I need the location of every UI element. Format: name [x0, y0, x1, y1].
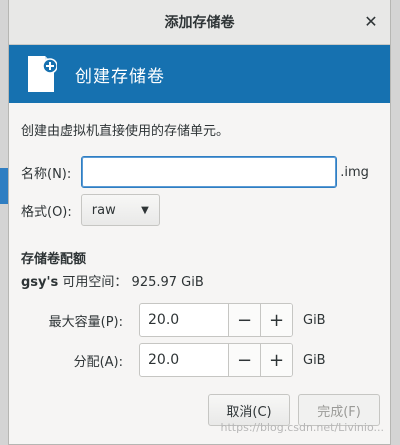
dialog-description: 创建由虚拟机直接使用的存储单元。: [21, 124, 230, 139]
format-select[interactable]: raw ▼: [80, 194, 160, 226]
name-suffix: .img: [340, 164, 369, 180]
max-capacity-label: 最大容量(P):: [48, 314, 123, 330]
max-capacity-value[interactable]: 20.0: [140, 304, 228, 336]
available-value: 925.97 GiB: [131, 275, 204, 290]
titlebar: 添加存储卷 ✕: [9, 0, 390, 45]
allocation-row: 分配(A): 20.0 − + GiB: [21, 343, 378, 377]
available-space: gsy's 可用空间： 925.97 GiB: [21, 271, 378, 290]
close-icon[interactable]: ✕: [362, 13, 380, 31]
name-row: 名称(N): .img: [21, 156, 378, 188]
allocation-label: 分配(A):: [73, 354, 123, 370]
format-value: raw: [91, 202, 116, 218]
max-capacity-unit: GiB: [303, 312, 326, 328]
chevron-down-icon: ▼: [141, 204, 149, 216]
plus-icon[interactable]: +: [260, 344, 292, 376]
finish-button[interactable]: 完成(F): [298, 394, 380, 426]
allocation-stepper[interactable]: 20.0 − +: [139, 343, 293, 377]
dialog-title: 添加存储卷: [164, 15, 235, 31]
available-label: 可用空间：: [62, 275, 128, 290]
max-capacity-row: 最大容量(P): 20.0 − + GiB: [21, 303, 378, 337]
parent-window-edge-right: [390, 0, 400, 445]
new-file-icon: [28, 56, 57, 92]
cancel-button[interactable]: 取消(C): [208, 394, 290, 426]
format-label: 格式(O):: [21, 204, 72, 220]
allocation-value[interactable]: 20.0: [140, 344, 228, 376]
dialog-footer: 取消(C) 完成(F): [200, 394, 380, 426]
max-capacity-stepper[interactable]: 20.0 − +: [139, 303, 293, 337]
quota-section-title: 存储卷配额: [21, 252, 87, 267]
format-row: 格式(O): raw ▼: [21, 194, 378, 226]
minus-icon[interactable]: −: [228, 304, 260, 336]
plus-icon[interactable]: +: [260, 304, 292, 336]
header-banner: 创建存储卷: [9, 45, 390, 103]
pool-user: gsy's: [21, 275, 59, 290]
banner-title: 创建存储卷: [75, 66, 165, 87]
add-volume-dialog: 添加存储卷 ✕ 创建存储卷 创建由虚拟机直接使用的存储单元。 名称(N): .i…: [8, 0, 391, 445]
name-label: 名称(N):: [21, 166, 72, 182]
minus-icon[interactable]: −: [228, 344, 260, 376]
allocation-unit: GiB: [303, 352, 326, 368]
name-input[interactable]: [81, 156, 338, 188]
